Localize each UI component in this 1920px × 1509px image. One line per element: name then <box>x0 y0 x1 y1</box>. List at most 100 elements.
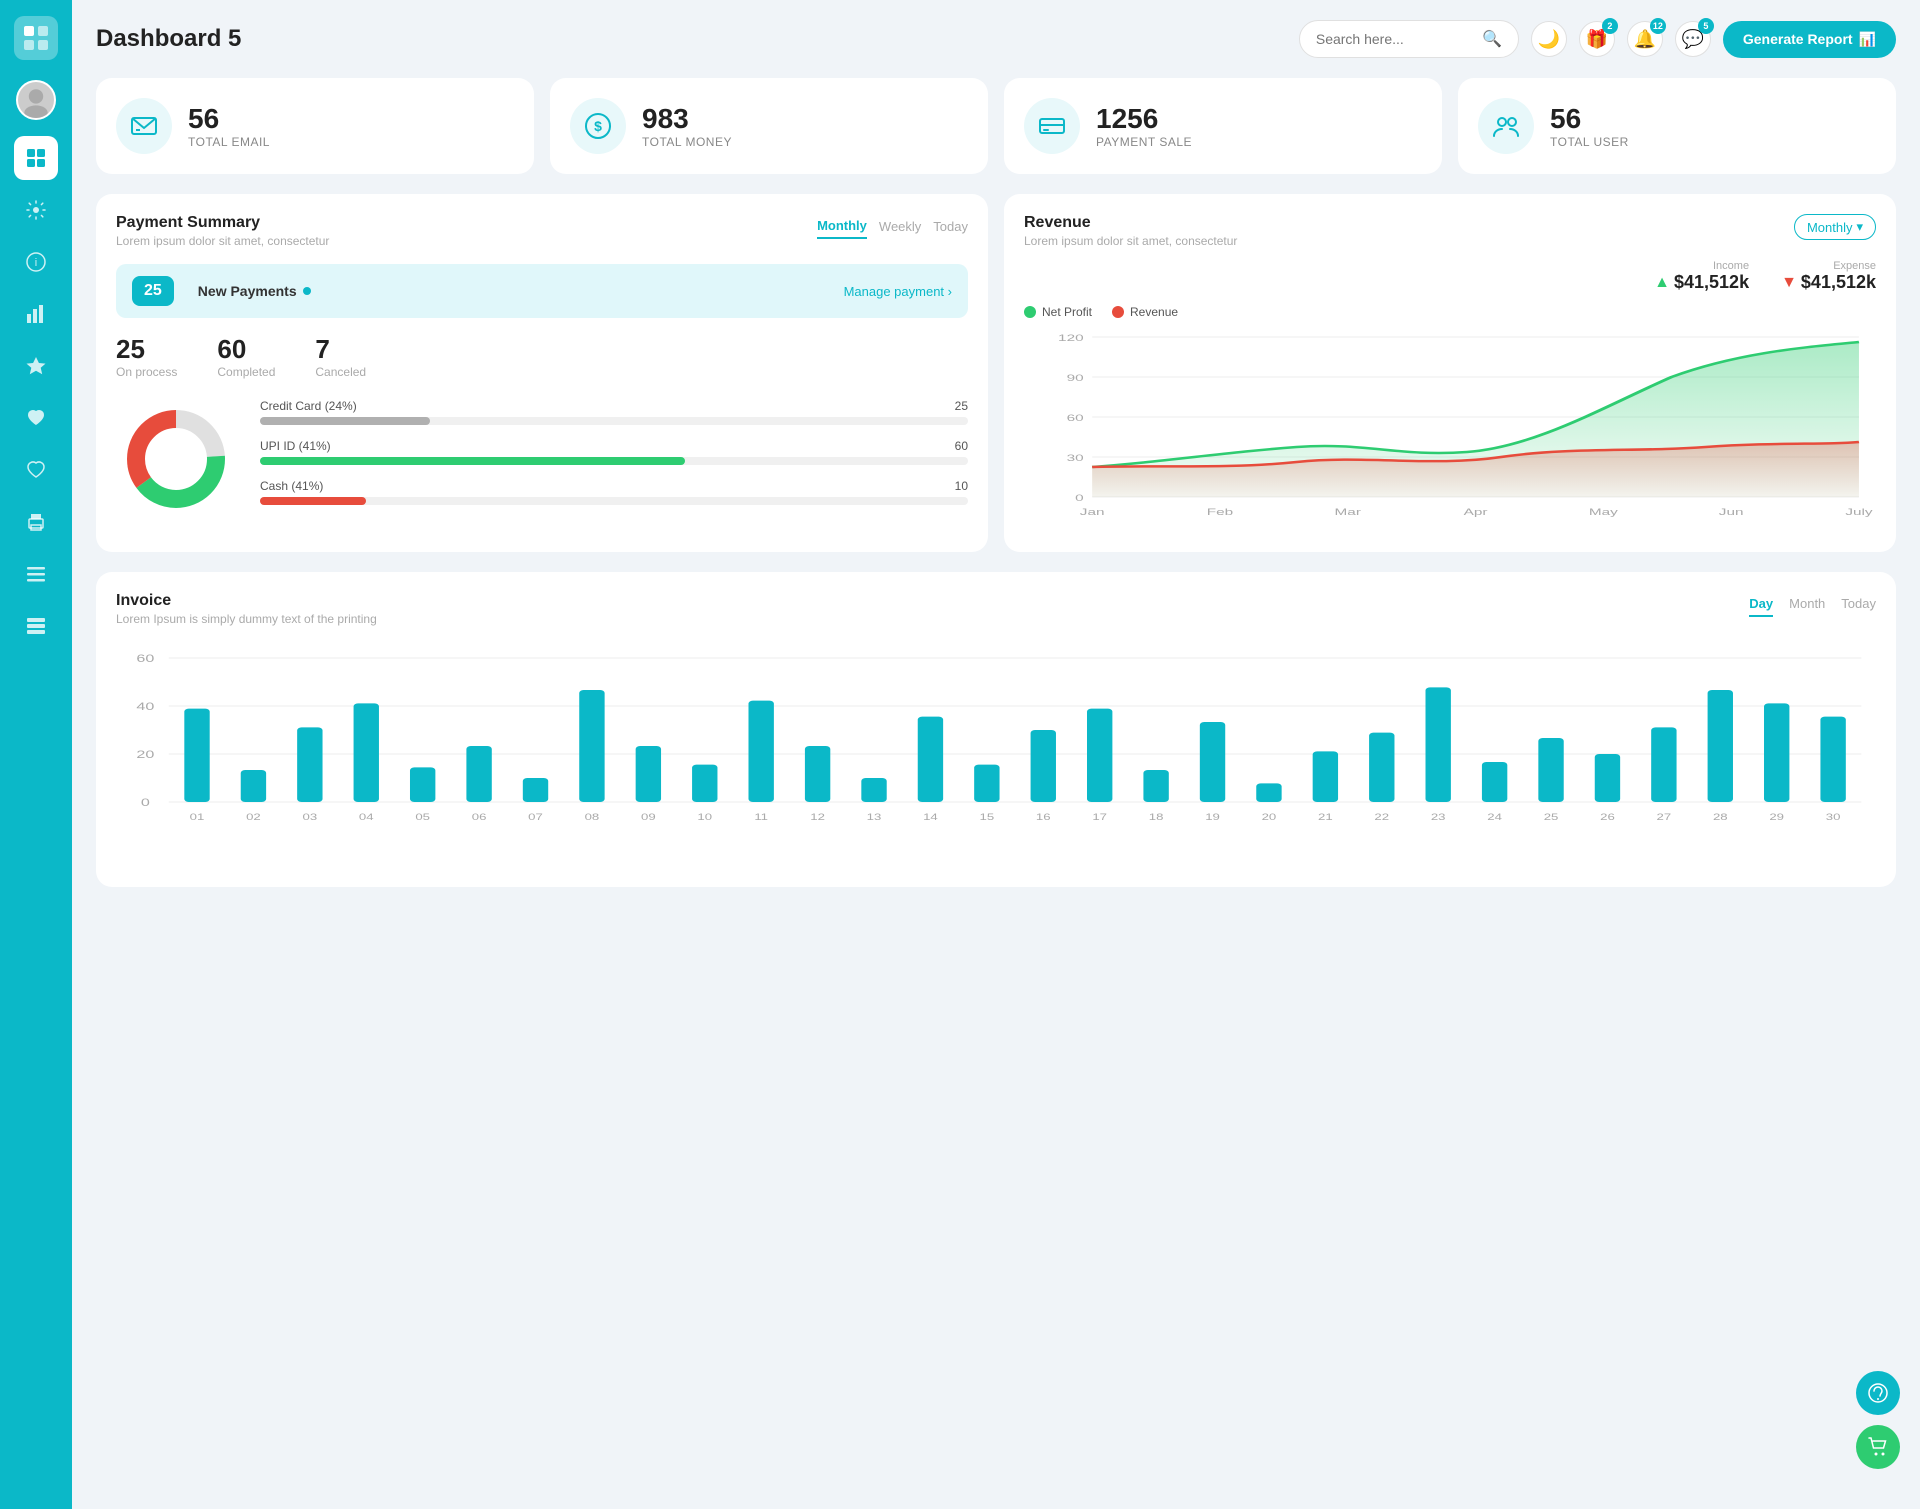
tab-month[interactable]: Month <box>1789 592 1825 617</box>
dark-mode-toggle[interactable]: 🌙 <box>1531 21 1567 57</box>
invoice-bar[interactable] <box>1482 762 1507 802</box>
canceled-stat: 7 Canceled <box>315 334 366 379</box>
invoice-header: Invoice Lorem Ipsum is simply dummy text… <box>116 592 1876 626</box>
invoice-bar[interactable] <box>974 765 999 802</box>
invoice-bar[interactable] <box>579 690 604 802</box>
payment-stats-row: 25 On process 60 Completed 7 Canceled <box>116 334 968 379</box>
stat-card-user: 56 TOTAL USER <box>1458 78 1896 174</box>
completed-stat: 60 Completed <box>217 334 275 379</box>
invoice-bar[interactable] <box>241 770 266 802</box>
sidebar-item-star[interactable] <box>14 344 58 388</box>
completed-label: Completed <box>217 365 275 379</box>
stat-info-user: 56 TOTAL USER <box>1550 103 1629 149</box>
invoice-bar[interactable] <box>410 767 435 802</box>
invoice-bar[interactable] <box>1764 703 1789 802</box>
tab-weekly[interactable]: Weekly <box>879 214 921 239</box>
revenue-monthly-select[interactable]: Monthly ▾ <box>1794 214 1876 240</box>
expense-amount: $41,512k <box>1801 272 1876 293</box>
revenue-title: Revenue <box>1024 214 1237 232</box>
invoice-bar[interactable] <box>523 778 548 802</box>
sidebar-item-settings[interactable] <box>14 188 58 232</box>
sidebar-item-heart[interactable] <box>14 396 58 440</box>
invoice-bar[interactable] <box>805 746 830 802</box>
invoice-x-label: 22 <box>1374 813 1389 823</box>
invoice-bar[interactable] <box>1426 687 1451 802</box>
search-box[interactable]: 🔍 <box>1299 20 1519 58</box>
avatar[interactable] <box>16 80 56 120</box>
invoice-bar[interactable] <box>1313 751 1338 802</box>
invoice-bar[interactable] <box>1651 727 1676 802</box>
search-input[interactable] <box>1316 31 1474 47</box>
generate-report-button[interactable]: Generate Report 📊 <box>1723 21 1896 58</box>
svg-text:0: 0 <box>141 796 150 808</box>
money-icon: $ <box>570 98 626 154</box>
tab-today-invoice[interactable]: Today <box>1841 592 1876 617</box>
revenue-legend-dot <box>1112 306 1124 318</box>
invoice-bar[interactable] <box>466 746 491 802</box>
netprofit-legend-dot <box>1024 306 1036 318</box>
tab-monthly[interactable]: Monthly <box>817 214 867 239</box>
tab-day[interactable]: Day <box>1749 592 1773 617</box>
legend-revenue: Revenue <box>1112 305 1178 319</box>
invoice-bar[interactable] <box>354 703 379 802</box>
payment-summary-header: Payment Summary Lorem ipsum dolor sit am… <box>116 214 968 248</box>
cc-label: Credit Card (24%) <box>260 399 357 413</box>
sidebar-item-menu[interactable] <box>14 552 58 596</box>
revenue-subtitle: Lorem ipsum dolor sit amet, consectetur <box>1024 234 1237 248</box>
svg-text:40: 40 <box>136 700 154 712</box>
messages-button[interactable]: 💬 5 <box>1675 21 1711 57</box>
invoice-x-label: 11 <box>754 813 768 823</box>
cart-fab[interactable] <box>1856 1425 1900 1469</box>
stat-label-money: TOTAL MONEY <box>642 135 732 149</box>
invoice-bar[interactable] <box>297 727 322 802</box>
invoice-bar[interactable] <box>1256 783 1281 802</box>
svg-text:$: $ <box>594 118 602 134</box>
header: Dashboard 5 🔍 🌙 🎁 2 🔔 12 💬 5 Gen <box>96 20 1896 58</box>
invoice-bar[interactable] <box>861 778 886 802</box>
sidebar-item-chart[interactable] <box>14 292 58 336</box>
invoice-bar[interactable] <box>1200 722 1225 802</box>
invoice-bar[interactable] <box>1595 754 1620 802</box>
income-amount: $41,512k <box>1674 272 1749 293</box>
invoice-x-label: 03 <box>303 813 318 823</box>
invoice-x-label: 05 <box>415 813 430 823</box>
new-payments-label: New Payments <box>198 283 311 299</box>
app-logo[interactable] <box>14 16 58 60</box>
manage-payment-link[interactable]: Manage payment › <box>844 284 952 299</box>
invoice-bar[interactable] <box>918 717 943 802</box>
invoice-x-label: 30 <box>1826 813 1841 823</box>
invoice-bar[interactable] <box>1708 690 1733 802</box>
invoice-bar[interactable] <box>1087 709 1112 802</box>
invoice-bar[interactable] <box>184 709 209 802</box>
search-icon: 🔍 <box>1482 29 1502 49</box>
invoice-bar[interactable] <box>1143 770 1168 802</box>
sidebar-item-heart2[interactable] <box>14 448 58 492</box>
invoice-x-label: 15 <box>980 813 995 823</box>
sidebar-item-info[interactable]: i <box>14 240 58 284</box>
invoice-bar[interactable] <box>636 746 661 802</box>
invoice-subtitle: Lorem Ipsum is simply dummy text of the … <box>116 612 377 626</box>
sidebar-item-list[interactable] <box>14 604 58 648</box>
invoice-bar[interactable] <box>748 701 773 802</box>
income-label: Income <box>1654 260 1749 272</box>
invoice-x-label: 20 <box>1262 813 1277 823</box>
invoice-bar[interactable] <box>1031 730 1056 802</box>
progress-item-upi: UPI ID (41%) 60 <box>260 439 968 465</box>
stat-card-email: 56 TOTAL EMAIL <box>96 78 534 174</box>
support-fab[interactable] <box>1856 1371 1900 1415</box>
gifts-button[interactable]: 🎁 2 <box>1579 21 1615 57</box>
tab-today[interactable]: Today <box>933 214 968 239</box>
cash-label: Cash (41%) <box>260 479 323 493</box>
notifications-button[interactable]: 🔔 12 <box>1627 21 1663 57</box>
stat-number-payment: 1256 <box>1096 103 1192 135</box>
invoice-bar[interactable] <box>1369 733 1394 802</box>
sidebar-item-dashboard[interactable] <box>14 136 58 180</box>
sidebar-item-printer[interactable] <box>14 500 58 544</box>
invoice-bar[interactable] <box>1538 738 1563 802</box>
svg-text:20: 20 <box>136 748 154 760</box>
stat-number-email: 56 <box>188 103 270 135</box>
svg-text:Apr: Apr <box>1464 507 1488 517</box>
invoice-bar[interactable] <box>1820 717 1845 802</box>
generate-report-label: Generate Report <box>1743 31 1853 47</box>
invoice-bar[interactable] <box>692 765 717 802</box>
